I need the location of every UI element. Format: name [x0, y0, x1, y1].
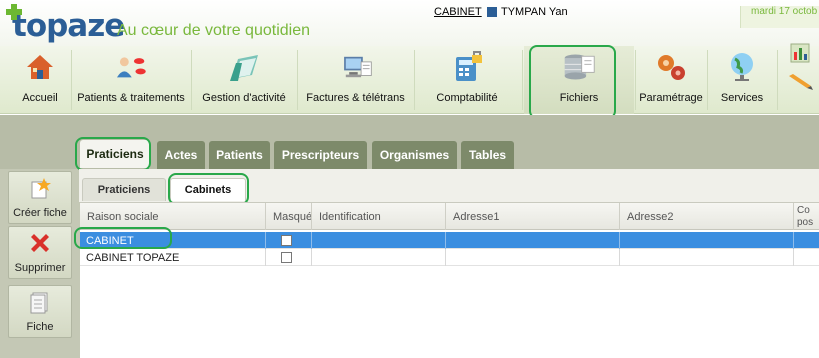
topaze-logo: topaze [4, 4, 125, 44]
toolbar-divider [414, 50, 415, 110]
toolbar-label: Accueil [22, 92, 58, 104]
cell-code-postal [794, 249, 819, 266]
app-header: topaze Au cœur de votre quotidien CABINE… [0, 0, 819, 46]
highlight-tab-praticiens [75, 137, 151, 171]
tab-tables[interactable]: Tables [461, 141, 514, 169]
folder-icon [227, 50, 261, 84]
main-toolbar: Accueil Patients & traitements Gestion d… [0, 43, 819, 114]
toolbar-label: Services [720, 92, 764, 104]
toolbar-label: Paramétrage [639, 92, 703, 104]
cell-masque [266, 249, 312, 266]
toolbar-gestion[interactable]: Gestion d'activité [193, 46, 295, 114]
masque-checkbox[interactable] [281, 252, 292, 263]
column-header-code-postal[interactable]: Co pos [794, 203, 819, 230]
new-card-icon [28, 175, 52, 201]
tab-organismes[interactable]: Organismes [372, 141, 457, 169]
toolbar-comptabilite[interactable]: Comptabilité [416, 46, 518, 114]
toolbar-parametrage[interactable]: Paramétrage [637, 46, 705, 114]
toolbar-label: Gestion d'activité [202, 92, 286, 104]
subtab-praticiens[interactable]: Praticiens [82, 178, 166, 201]
cell-identification [312, 249, 446, 266]
cell-adresse1 [446, 249, 620, 266]
column-header-adresse2[interactable]: Adresse2 [620, 203, 794, 230]
green-cross-icon [6, 4, 22, 20]
user-square-icon [487, 7, 497, 17]
toolbar-accueil[interactable]: Accueil [10, 46, 70, 114]
chart-pencil-icon [783, 43, 817, 90]
cell-identification [312, 232, 446, 249]
cell-code-postal [794, 232, 819, 249]
tab-prescripteurs[interactable]: Prescripteurs [274, 141, 367, 169]
table-row[interactable]: CABINET TOPAZE [80, 249, 819, 266]
table-row[interactable]: CABINET [80, 232, 819, 249]
cabinet-link[interactable]: CABINET [434, 6, 482, 18]
toolbar-services[interactable]: Services [709, 46, 775, 114]
tagline: Au cœur de votre quotidien [117, 22, 310, 39]
toolbar-divider [635, 50, 636, 110]
globe-icon [725, 50, 759, 84]
toolbar-divider [707, 50, 708, 110]
column-header-identification[interactable]: Identification [312, 203, 446, 230]
logo-text: topaze [12, 8, 125, 44]
toolbar-label: Comptabilité [436, 92, 498, 104]
masque-checkbox[interactable] [281, 235, 292, 246]
house-icon [23, 50, 57, 84]
supprimer-button[interactable]: Supprimer [8, 226, 72, 279]
tab-patients[interactable]: Patients [209, 141, 270, 169]
column-header-raison-sociale[interactable]: Raison sociale [80, 203, 266, 230]
highlight-subtab-cabinets [168, 173, 249, 205]
cabinets-table: Raison sociale Masqué Identification Adr… [80, 202, 819, 358]
red-x-icon [28, 230, 52, 256]
document-icon [28, 289, 52, 315]
cell-adresse1 [446, 232, 620, 249]
date-text: mardi 17 octob [740, 6, 819, 28]
highlight-fichiers [529, 45, 616, 119]
highlight-row-cabinet [74, 227, 172, 249]
toolbar-divider [777, 50, 778, 110]
cell-raison-sociale: CABINET TOPAZE [80, 249, 266, 266]
column-header-masque[interactable]: Masqué [266, 203, 312, 230]
toolbar-patients[interactable]: Patients & traitements [73, 46, 189, 114]
patient-pills-icon [114, 50, 148, 84]
side-button-label: Fiche [26, 321, 54, 333]
column-header-code-postal-text: Co pos [797, 204, 814, 228]
toolbar-label: Factures & télétrans [306, 92, 405, 104]
toolbar-factures[interactable]: Factures & télétrans [299, 46, 412, 114]
cell-adresse2 [620, 232, 794, 249]
tab-actes[interactable]: Actes [157, 141, 205, 169]
toolbar-extra[interactable] [780, 43, 819, 114]
toolbar-divider [522, 50, 523, 110]
toolbar-divider [191, 50, 192, 110]
user-name: TYMPAN Yan [501, 6, 568, 18]
calculator-lock-icon [450, 50, 484, 84]
cell-masque [266, 232, 312, 249]
column-header-adresse1[interactable]: Adresse1 [446, 203, 620, 230]
side-button-label: Supprimer [14, 262, 66, 274]
fiche-button[interactable]: Fiche [8, 285, 72, 338]
gears-icon [654, 50, 688, 84]
toolbar-divider [71, 50, 72, 110]
creer-fiche-button[interactable]: Créer fiche [8, 171, 72, 224]
toolbar-divider [297, 50, 298, 110]
cell-adresse2 [620, 249, 794, 266]
computer-invoice-icon [339, 50, 373, 84]
toolbar-label: Patients & traitements [77, 92, 185, 104]
side-button-label: Créer fiche [13, 207, 67, 219]
table-header: Raison sociale Masqué Identification Adr… [80, 203, 819, 230]
